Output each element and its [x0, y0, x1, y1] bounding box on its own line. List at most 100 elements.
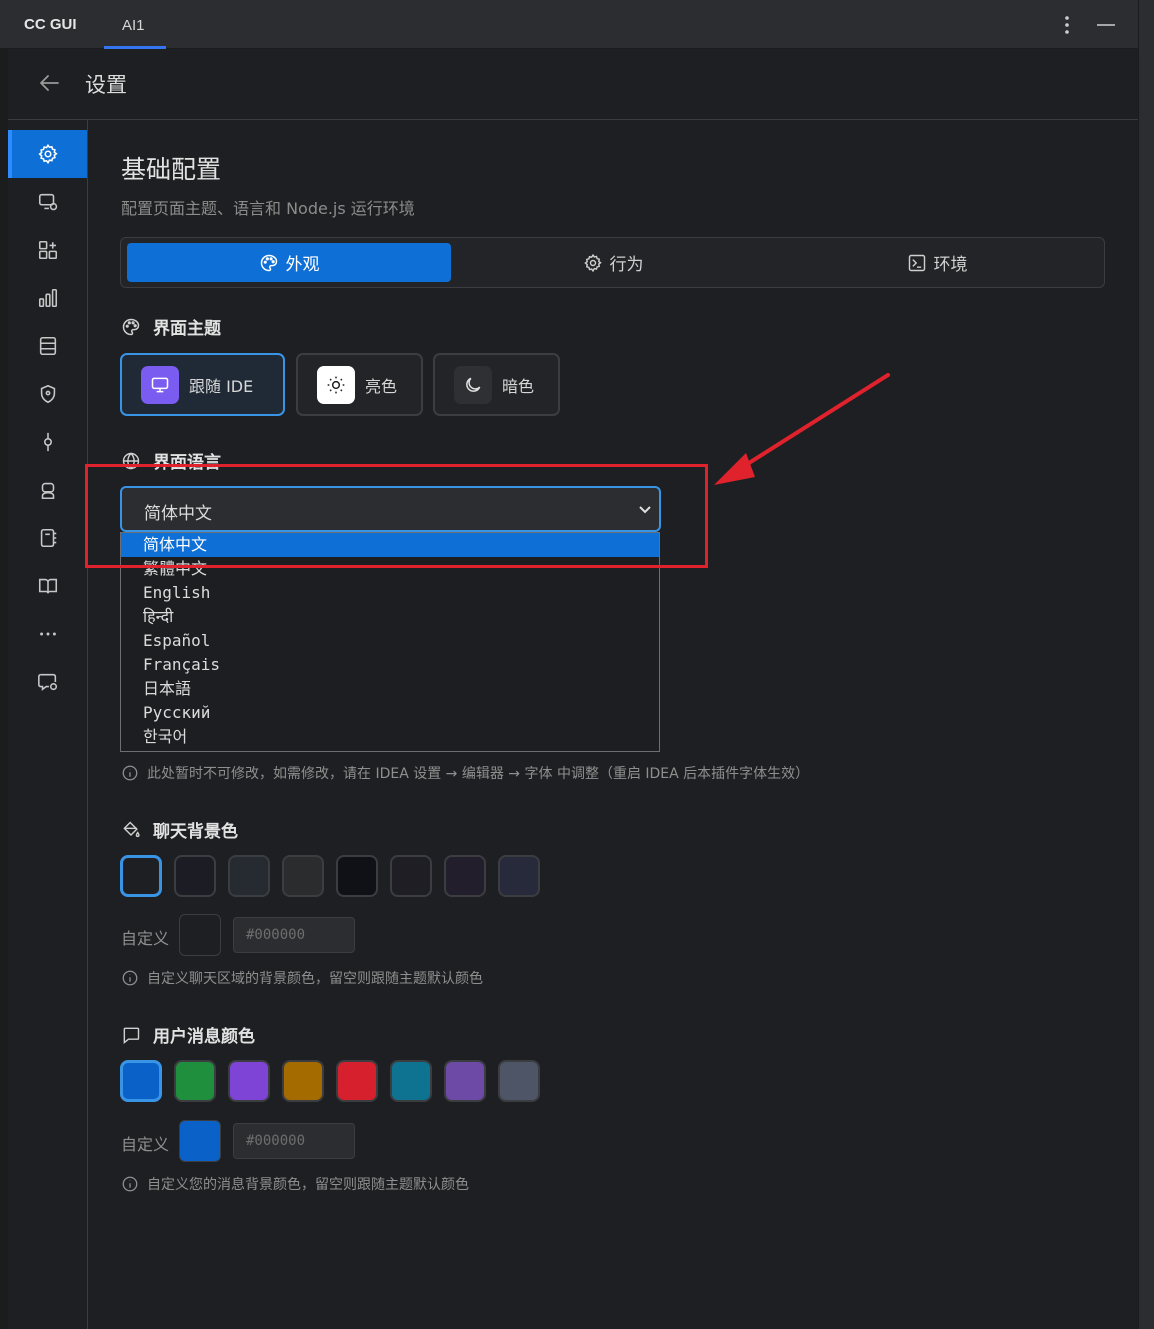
language-option[interactable]: Français [121, 653, 659, 677]
language-option[interactable]: हिन्दी [121, 605, 659, 629]
theme-option-follow-ide[interactable]: 跟随 IDE [120, 353, 285, 416]
chat-bg-swatch[interactable] [390, 855, 432, 897]
bar-chart-icon[interactable] [8, 274, 87, 322]
settings-tabs: 外观 行为 环境 [120, 237, 1105, 288]
section-description: 配置页面主题、语言和 Node.js 运行环境 [121, 199, 415, 218]
chat-bg-hex-input[interactable]: #000000 [233, 917, 355, 953]
user-msg-swatch[interactable] [228, 1060, 270, 1102]
tab-environment-label: 环境 [933, 255, 968, 275]
user-msg-hint-text: 自定义您的消息背景颜色，留空则跟随主题默认颜色 [147, 1177, 469, 1193]
more-options-icon[interactable] [1058, 12, 1076, 38]
user-msg-swatch[interactable] [498, 1060, 540, 1102]
chat-bg-swatch[interactable] [336, 855, 378, 897]
chat-settings-icon[interactable] [8, 658, 87, 706]
page-title: 设置 [85, 73, 127, 97]
theme-option-light[interactable]: 亮色 [296, 353, 423, 416]
book-open-icon[interactable] [8, 562, 87, 610]
info-icon [122, 765, 138, 781]
paint-bucket-icon [123, 820, 140, 837]
chat-bg-custom-color[interactable] [179, 914, 221, 956]
language-heading: 界面语言 [121, 448, 221, 473]
settings-header: 设置 [8, 49, 1138, 120]
chat-bg-custom-label: 自定义 [121, 929, 170, 948]
language-option[interactable]: Español [121, 629, 659, 653]
theme-option-label: 亮色 [365, 376, 398, 396]
notebook-icon[interactable] [8, 514, 87, 562]
chat-bg-hint-text: 自定义聊天区域的背景颜色，留空则跟随主题默认颜色 [147, 971, 483, 987]
chat-bg-swatch[interactable] [498, 855, 540, 897]
grid-plus-icon[interactable] [8, 226, 87, 274]
tab-behavior[interactable]: 行为 [451, 243, 775, 282]
language-option[interactable]: 한국어 [121, 725, 659, 749]
language-heading-label: 界面语言 [153, 453, 221, 473]
user-msg-swatch[interactable] [336, 1060, 378, 1102]
theme-option-label: 暗色 [502, 376, 535, 396]
shield-icon[interactable] [8, 370, 87, 418]
theme-heading-label: 界面主题 [153, 319, 221, 339]
chat-bg-swatch[interactable] [174, 855, 216, 897]
user-msg-hint: 自定义您的消息背景颜色，留空则跟随主题默认颜色 [121, 1174, 469, 1194]
commit-icon[interactable] [8, 418, 87, 466]
chat-bg-heading: 聊天背景色 [121, 817, 238, 842]
tab-appearance[interactable]: 外观 [127, 243, 451, 282]
gear-icon [583, 253, 602, 272]
chat-bg-swatch[interactable] [120, 855, 162, 897]
user-msg-custom-color[interactable] [179, 1120, 221, 1162]
language-option[interactable]: 日本語 [121, 677, 659, 701]
chat-bg-swatch[interactable] [282, 855, 324, 897]
minimize-icon[interactable] [1094, 14, 1118, 36]
tab-ai1[interactable]: AI1 [104, 0, 166, 49]
sun-icon [317, 365, 355, 404]
theme-option-dark[interactable]: 暗色 [433, 353, 560, 416]
font-hint-text: 此处暂时不可修改，如需修改，请在 IDEA 设置 → 编辑器 → 字体 中调整（… [147, 766, 810, 782]
chat-bg-swatch[interactable] [444, 855, 486, 897]
chat-bg-heading-label: 聊天背景色 [153, 822, 238, 842]
section-title: 基础配置 [121, 155, 222, 184]
language-select-value: 简体中文 [144, 504, 212, 524]
user-msg-custom-label: 自定义 [121, 1135, 170, 1154]
left-edge [0, 49, 8, 1329]
language-option[interactable]: 简体中文 [121, 533, 659, 557]
more-dots-icon[interactable] [8, 610, 87, 658]
user-msg-heading: 用户消息颜色 [121, 1022, 255, 1047]
language-option[interactable]: English [121, 581, 659, 605]
settings-main: 基础配置 配置页面主题、语言和 Node.js 运行环境 外观 行为 环境 界面… [88, 120, 1138, 1329]
settings-sidebar [8, 120, 88, 1329]
font-hint: 此处暂时不可修改，如需修改，请在 IDEA 设置 → 编辑器 → 字体 中调整（… [121, 763, 809, 783]
user-msg-swatch[interactable] [444, 1060, 486, 1102]
user-msg-swatch[interactable] [120, 1060, 162, 1102]
user-msg-heading-label: 用户消息颜色 [153, 1027, 255, 1047]
tab-appearance-label: 外观 [285, 255, 320, 275]
tab-environment[interactable]: 环境 [775, 243, 1099, 282]
chevron-down-icon [639, 506, 651, 514]
user-msg-hex-input[interactable]: #000000 [233, 1123, 355, 1159]
server-icon[interactable] [8, 322, 87, 370]
language-dropdown: 简体中文 繁體中文 English हिन्दी Español Françai… [120, 532, 660, 752]
user-msg-swatch[interactable] [174, 1060, 216, 1102]
right-tool-strip [1138, 0, 1154, 1329]
language-option[interactable]: 繁體中文 [121, 557, 659, 581]
info-icon [122, 1176, 138, 1192]
language-option[interactable]: Русский [121, 701, 659, 725]
robot-icon[interactable] [8, 466, 87, 514]
tab-behavior-label: 行为 [609, 255, 644, 275]
monitor-settings-icon[interactable] [8, 178, 87, 226]
gear-icon[interactable] [8, 130, 87, 178]
moon-icon [454, 365, 492, 404]
title-bar: CC GUI AI1 [0, 0, 1138, 49]
chat-bg-hint: 自定义聊天区域的背景颜色，留空则跟随主题默认颜色 [121, 968, 483, 988]
palette-icon [260, 254, 277, 271]
tab-label: AI1 [122, 17, 145, 34]
terminal-icon [908, 254, 925, 271]
chat-bubble-icon [123, 1027, 140, 1044]
monitor-icon [141, 365, 179, 404]
user-msg-swatch[interactable] [390, 1060, 432, 1102]
info-icon [122, 970, 138, 986]
theme-option-label: 跟随 IDE [189, 376, 254, 396]
app-title: CC GUI [24, 16, 77, 33]
chat-bg-swatch[interactable] [228, 855, 270, 897]
palette-icon [122, 318, 140, 335]
back-arrow-icon[interactable] [36, 71, 62, 95]
language-select[interactable]: 简体中文 [120, 486, 661, 532]
user-msg-swatch[interactable] [282, 1060, 324, 1102]
